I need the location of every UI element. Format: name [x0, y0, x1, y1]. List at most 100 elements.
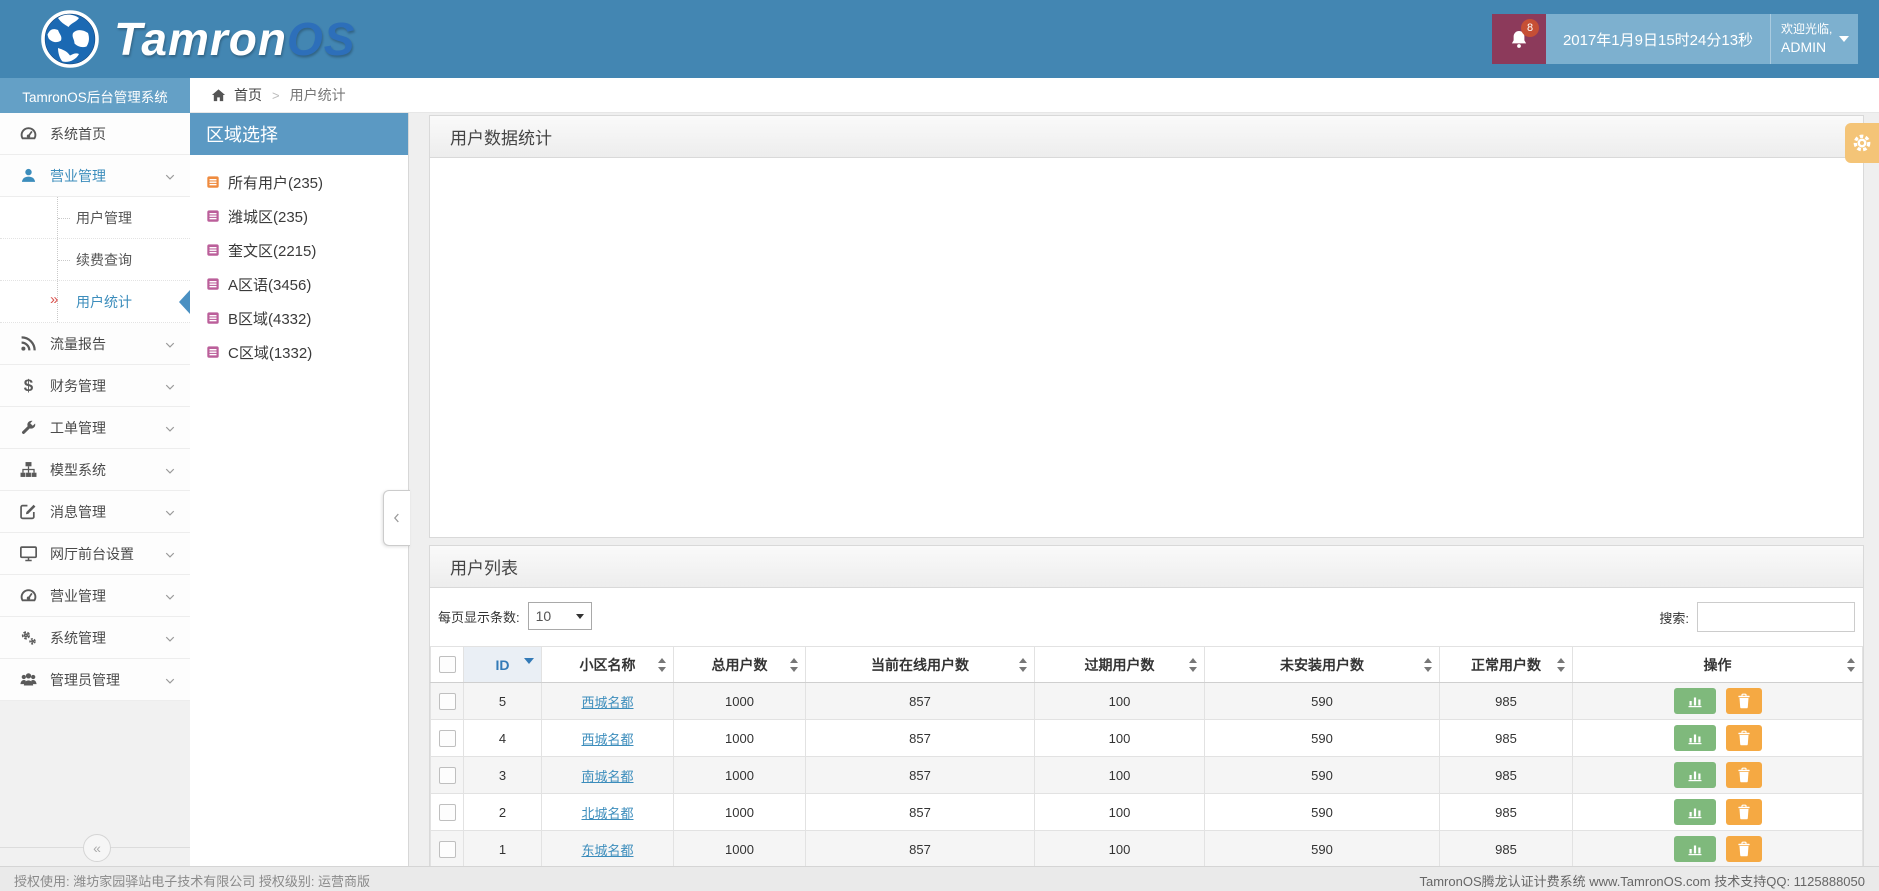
region-tree-item[interactable]: 潍城区(235): [190, 199, 408, 233]
list-icon: [206, 175, 220, 189]
sidebar-item[interactable]: 网厅前台设置: [0, 533, 190, 575]
region-tree-item[interactable]: A区语(3456): [190, 267, 408, 301]
chevron-down-icon: [164, 338, 176, 350]
sort-icon: [1847, 657, 1856, 672]
community-name-link[interactable]: 东城名都: [581, 843, 633, 858]
row-checkbox[interactable]: [438, 840, 456, 858]
sidebar-item[interactable]: 工单管理: [0, 407, 190, 449]
sidebar-item[interactable]: $ 财务管理: [0, 365, 190, 407]
sidebar-item[interactable]: 管理员管理: [0, 659, 190, 701]
delete-button[interactable]: [1725, 762, 1762, 788]
chart-button[interactable]: [1673, 762, 1716, 788]
row-checkbox[interactable]: [438, 692, 456, 710]
table-controls: 每页显示条数: 10 搜索:: [438, 602, 1855, 632]
cell-actions: [1572, 756, 1863, 794]
caret-down-icon: [575, 613, 584, 619]
community-name-link[interactable]: 北城名都: [581, 806, 633, 821]
region-tree-item[interactable]: 所有用户(235): [190, 165, 408, 199]
column-header[interactable]: ID: [463, 646, 542, 683]
sidebar-item[interactable]: 营业管理: [0, 575, 190, 617]
select-all-checkbox[interactable]: [438, 656, 456, 674]
row-checkbox-cell: [430, 756, 464, 794]
search-label: 搜索:: [1659, 610, 1689, 626]
row-checkbox-cell: [430, 682, 464, 720]
cell-uninstalled: 590: [1204, 830, 1440, 868]
sidebar-item[interactable]: 营业管理: [0, 155, 190, 197]
column-header[interactable]: 当前在线用户数: [805, 646, 1035, 683]
column-header[interactable]: 操作: [1572, 646, 1863, 683]
monitor-icon: [20, 545, 37, 562]
search-input[interactable]: [1697, 602, 1855, 632]
chevron-down-icon: [1839, 36, 1849, 42]
sidebar-item[interactable]: 系统管理: [0, 617, 190, 659]
sidebar-subitem[interactable]: 续费查询: [0, 239, 190, 281]
rss-icon: [20, 335, 37, 352]
breadcrumb-home[interactable]: 首页: [234, 85, 262, 105]
sidebar-item[interactable]: 消息管理: [0, 491, 190, 533]
sort-icon: [1189, 657, 1198, 672]
sidebar-title: TamronOS后台管理系统: [0, 78, 190, 113]
chart-button[interactable]: [1673, 799, 1716, 825]
region-tree: 所有用户(235) 潍城区(235) 奎文区(2215) A区语(3456) B区域(4…: [190, 155, 408, 369]
region-tree-item[interactable]: C区域(1332): [190, 335, 408, 369]
row-checkbox[interactable]: [438, 803, 456, 821]
cell-actions: [1572, 830, 1863, 868]
notifications-button[interactable]: 8: [1492, 14, 1546, 64]
cell-online: 857: [805, 793, 1035, 831]
community-name-link[interactable]: 西城名都: [581, 732, 633, 747]
column-header[interactable]: 小区名称: [541, 646, 674, 683]
chart-button[interactable]: [1673, 688, 1716, 714]
region-tree-label: 奎文区(2215): [228, 242, 317, 260]
list-icon: [206, 277, 220, 291]
sidebar-subitem[interactable]: » 用户统计: [0, 281, 190, 323]
user-stats-panel: 用户数据统计: [429, 115, 1864, 538]
sidebar-item[interactable]: 流量报告: [0, 323, 190, 365]
sidebar-item-label: 模型系统: [50, 461, 106, 478]
delete-button[interactable]: [1725, 725, 1762, 751]
table-row: 5 西城名都 1000 857 100 590 985: [430, 682, 1863, 720]
page-size-label: 每页显示条数:: [438, 609, 520, 625]
user-menu[interactable]: 欢迎光临, ADMIN: [1770, 14, 1858, 64]
cell-name: 西城名都: [541, 719, 674, 757]
settings-tab-button[interactable]: [1845, 123, 1879, 163]
user-table-wrap: ID 小区名称 总用户数 当前在线用户数 过期用户数 未安装用户数 正常用户数 操作 5 西城名…: [430, 646, 1863, 868]
active-arrow-icon: »: [50, 291, 59, 308]
column-header[interactable]: 正常用户数: [1439, 646, 1573, 683]
chevron-down-icon: [164, 590, 176, 602]
row-checkbox[interactable]: [438, 766, 456, 784]
sidebar-item-label: 财务管理: [50, 377, 106, 394]
sort-icon: [658, 657, 667, 672]
panel-collapse-tab[interactable]: [383, 490, 410, 546]
sidebar-menu: 系统首页 营业管理 用户管理 续费查询» 用户统计 流量报告 $ 财务管理 工单管理 模型系统 消息…: [0, 113, 190, 701]
sidebar-item[interactable]: 模型系统: [0, 449, 190, 491]
community-name-link[interactable]: 西城名都: [581, 695, 633, 710]
sidebar-item-label: 系统管理: [50, 629, 106, 646]
region-tree-label: B区域(4332): [228, 310, 312, 328]
row-checkbox[interactable]: [438, 729, 456, 747]
page-size-select[interactable]: 10: [527, 602, 592, 630]
column-header[interactable]: 过期用户数: [1034, 646, 1205, 683]
dashboard-icon: [20, 587, 37, 604]
cell-normal: 985: [1439, 682, 1573, 720]
column-header[interactable]: 未安装用户数: [1204, 646, 1440, 683]
cell-expired: 100: [1034, 793, 1205, 831]
sort-icon: [790, 657, 799, 672]
cell-total: 1000: [673, 830, 806, 868]
list-icon: [206, 345, 220, 359]
page-size-value: 10: [535, 608, 552, 624]
chart-button[interactable]: [1673, 836, 1716, 862]
delete-button[interactable]: [1725, 836, 1762, 862]
globe-logo-icon: [41, 10, 99, 68]
delete-button[interactable]: [1725, 688, 1762, 714]
chart-button[interactable]: [1673, 725, 1716, 751]
sidebar-subitem[interactable]: 用户管理: [0, 197, 190, 239]
community-name-link[interactable]: 南城名都: [581, 769, 633, 784]
delete-button[interactable]: [1725, 799, 1762, 825]
region-tree-item[interactable]: 奎文区(2215): [190, 233, 408, 267]
region-tree-item[interactable]: B区域(4332): [190, 301, 408, 335]
column-header[interactable]: 总用户数: [673, 646, 806, 683]
cell-total: 1000: [673, 682, 806, 720]
sidebar-collapse-button[interactable]: «: [83, 834, 111, 862]
sidebar-item[interactable]: 系统首页: [0, 113, 190, 155]
cell-expired: 100: [1034, 830, 1205, 868]
